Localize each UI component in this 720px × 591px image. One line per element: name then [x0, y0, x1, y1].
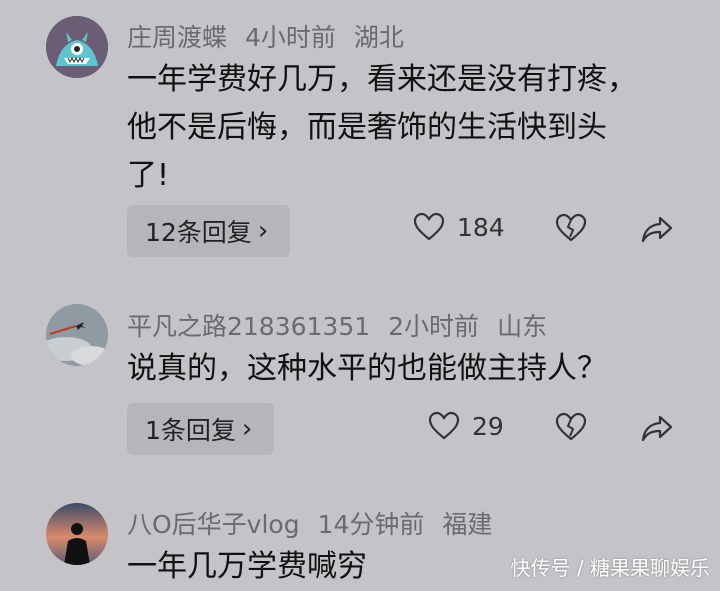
silhouette-sunset-avatar-icon: [46, 503, 108, 565]
reply-count-label: 12条回复: [145, 218, 252, 247]
timestamp: 4小时前: [245, 23, 336, 52]
watermark: 快传号 / 糖果果聊娱乐: [510, 556, 710, 580]
heart-icon: [413, 212, 445, 241]
heart-icon: [428, 411, 460, 440]
share-button[interactable]: [640, 214, 674, 248]
broken-heart-icon: [555, 412, 587, 441]
comment-meta: 平凡之路218361351 2小时前 山东: [127, 307, 565, 343]
share-arrow-icon: [641, 216, 673, 243]
share-arrow-icon: [641, 415, 673, 442]
location: 山东: [497, 312, 548, 341]
location: 湖北: [353, 23, 404, 52]
comment-meta: 庄周渡蝶 4小时前 湖北: [127, 18, 422, 54]
username[interactable]: 八O后华子vlog: [127, 510, 300, 539]
username[interactable]: 庄周渡蝶: [127, 23, 227, 52]
comment-line: 他不是后悔，而是奢饰的生活快到头: [127, 110, 607, 145]
user-avatar[interactable]: [46, 16, 108, 78]
like-count: 184: [457, 212, 505, 242]
dislike-button[interactable]: [555, 213, 587, 247]
timestamp: 2小时前: [388, 312, 480, 341]
comment-line: 一年学费好几万，看来还是没有打疼，: [127, 62, 637, 97]
chevron-right-icon: ›: [257, 216, 269, 246]
comment-line: 了!: [127, 158, 170, 193]
comment-line: 说真的，这种水平的也能做主持人？: [127, 351, 607, 386]
comment-text: 说真的，这种水平的也能做主持人？: [127, 345, 687, 393]
like-button[interactable]: 29: [428, 411, 504, 441]
timestamp: 14分钟前: [317, 510, 425, 539]
username[interactable]: 平凡之路218361351: [127, 312, 370, 341]
view-replies-button[interactable]: 1条回复 ›: [127, 403, 275, 455]
dislike-button[interactable]: [555, 412, 587, 446]
like-count: 29: [472, 411, 504, 441]
user-avatar[interactable]: [46, 304, 108, 366]
share-button[interactable]: [640, 413, 674, 447]
reply-count-label: 1条回复: [145, 416, 236, 445]
view-replies-button[interactable]: 12条回复 ›: [127, 205, 291, 257]
monster-avatar-icon: [46, 16, 108, 78]
chevron-right-icon: ›: [241, 414, 253, 444]
like-button[interactable]: 184: [413, 212, 505, 242]
comment-text: 一年学费好几万，看来还是没有打疼， 他不是后悔，而是奢饰的生活快到头 了!: [127, 56, 687, 200]
location: 福建: [442, 510, 493, 539]
user-avatar[interactable]: [46, 503, 108, 565]
broken-heart-icon: [555, 213, 587, 242]
comment-meta: 八O后华子vlog 14分钟前 福建: [127, 505, 510, 541]
sky-airplane-avatar-icon: [46, 304, 108, 366]
